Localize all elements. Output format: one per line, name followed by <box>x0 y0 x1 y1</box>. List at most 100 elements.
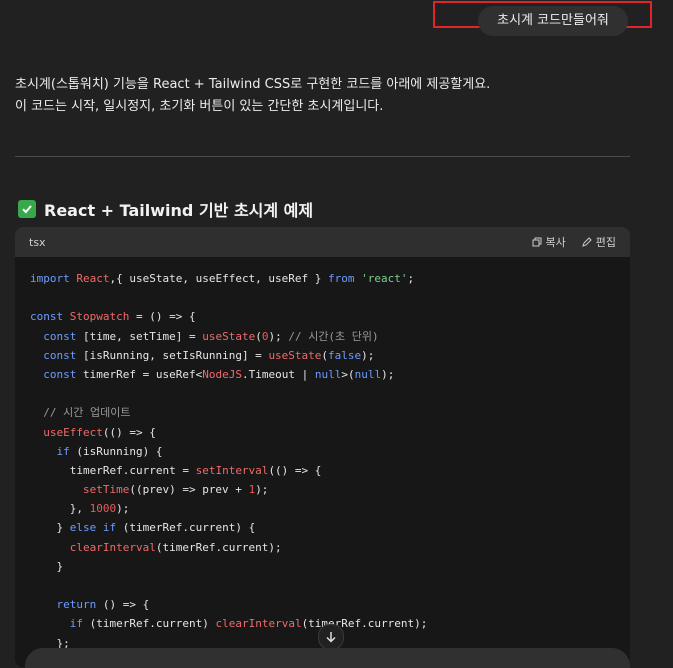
code-token: [time, setTime] = <box>83 329 203 343</box>
assistant-intro: 초시계(스톱워치) 기능을 React + Tailwind CSS로 구현한 … <box>15 74 635 118</box>
code-header: tsx 복사 편집 <box>15 227 630 257</box>
code-line: const [isRunning, setIsRunning] = useSta… <box>30 346 615 365</box>
code-token: if <box>56 444 77 458</box>
code-token: ); <box>255 483 269 497</box>
code-token: null <box>354 367 382 381</box>
code-token: (timerRef.current); <box>155 540 282 554</box>
code-token: null <box>314 367 342 381</box>
code-token: 1000 <box>89 502 117 516</box>
code-line: } else if (timerRef.current) { <box>30 518 615 537</box>
message-composer[interactable] <box>25 648 630 668</box>
code-line: const Stopwatch = () => { <box>30 307 615 326</box>
code-token: (isRunning) { <box>76 444 163 458</box>
code-token: // 시간 업데이트 <box>43 406 131 420</box>
code-token: Stopwatch <box>69 310 130 324</box>
code-token: ); <box>268 329 289 343</box>
code-token: } <box>30 521 70 535</box>
code-token: const <box>30 310 70 324</box>
intro-line-2: 이 코드는 시작, 일시정지, 초기화 버튼이 있는 간단한 초시계입니다. <box>15 99 384 114</box>
code-token: (timerRef.current) <box>89 617 216 631</box>
code-token: ); <box>361 348 375 362</box>
code-token: from <box>328 272 362 285</box>
code-content: import React,{ useState, useEffect, useR… <box>15 257 630 653</box>
divider <box>15 156 630 157</box>
code-token: timerRef.current = <box>30 463 196 477</box>
code-token: setTime <box>82 483 130 497</box>
code-line: return () => { <box>30 595 615 614</box>
code-token: ; <box>407 272 415 285</box>
code-token: }, <box>30 502 90 516</box>
code-line: timerRef.current = setInterval(() => { <box>30 461 615 480</box>
code-language: tsx <box>29 235 46 249</box>
user-message-bubble: 초시계 코드만들어줘 <box>478 6 628 36</box>
copy-label: 복사 <box>545 236 566 249</box>
code-line: // 시간 업데이트 <box>30 403 615 422</box>
code-token: ((prev) => prev + <box>129 483 249 497</box>
code-token: false <box>328 348 362 362</box>
code-line: const timerRef = useRef<NodeJS.Timeout |… <box>30 365 615 384</box>
code-line: const [time, setTime] = useState(0); // … <box>30 327 615 346</box>
code-token: .Timeout | <box>241 367 315 381</box>
code-token: useState <box>268 348 322 362</box>
code-token: (() => { <box>268 463 322 477</box>
code-token: const <box>43 367 83 381</box>
arrow-down-icon <box>326 632 336 643</box>
copy-button[interactable]: 복사 <box>532 234 566 250</box>
code-block: tsx 복사 편집 import React,{ useState, useEf… <box>15 227 630 667</box>
code-token: timerRef = useRef< <box>83 367 203 381</box>
section-title: React + Tailwind 기반 초시계 예제 <box>44 201 314 220</box>
code-token: = () => { <box>129 310 196 324</box>
scroll-down-button[interactable] <box>318 624 344 650</box>
code-token: setInterval <box>195 463 269 477</box>
code-token: () => { <box>102 598 150 612</box>
code-token: React <box>76 272 110 285</box>
code-token: { useState, useEffect, useRef } <box>116 272 329 285</box>
code-token: NodeJS <box>202 367 242 381</box>
code-token: [isRunning, setIsRunning] = <box>83 348 269 362</box>
code-token: const <box>43 348 83 362</box>
code-token: >( <box>341 367 355 381</box>
code-token: // 시간(초 단위) <box>288 329 379 343</box>
code-token: (timerRef.current) { <box>122 521 256 535</box>
code-line: import React,{ useState, useEffect, useR… <box>30 269 615 288</box>
code-token: ( <box>255 329 262 343</box>
code-token: ); <box>116 502 130 516</box>
edit-label: 편집 <box>595 236 616 249</box>
code-token: (() => { <box>102 425 156 439</box>
code-line: if (isRunning) { <box>30 442 615 461</box>
code-token: else if <box>69 521 123 535</box>
copy-icon <box>532 237 541 247</box>
code-token: if <box>69 617 90 631</box>
edit-icon <box>581 237 592 247</box>
code-token: useEffect <box>43 425 103 439</box>
code-token: import <box>30 272 77 285</box>
code-token: } <box>30 559 64 573</box>
code-line: } <box>30 557 615 576</box>
code-token: clearInterval <box>215 617 302 631</box>
code-token: ); <box>381 367 395 381</box>
check-icon <box>18 200 36 218</box>
code-token: clearInterval <box>69 540 156 554</box>
code-line: setTime((prev) => prev + 1); <box>30 480 615 499</box>
code-token: return <box>56 598 103 612</box>
code-line: }, 1000); <box>30 499 615 518</box>
code-line: useEffect(() => { <box>30 423 615 442</box>
edit-button[interactable]: 편집 <box>581 234 616 250</box>
section-heading: React + Tailwind 기반 초시계 예제 <box>18 197 313 221</box>
intro-line-1: 초시계(스톱워치) 기능을 React + Tailwind CSS로 구현한 … <box>15 77 491 92</box>
code-token: 'react' <box>361 272 408 285</box>
code-token: const <box>43 329 83 343</box>
